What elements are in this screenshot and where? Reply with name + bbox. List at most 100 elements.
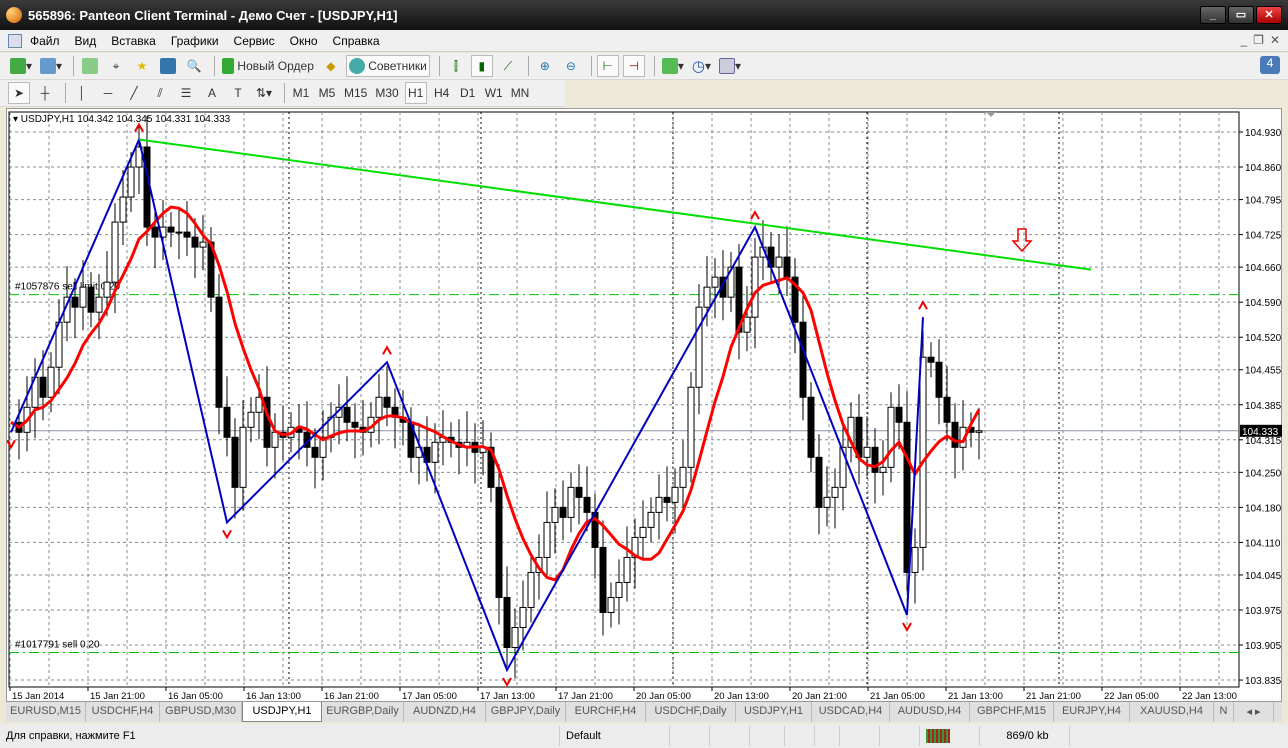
chart-tab[interactable]: USDCHF,H4 xyxy=(86,702,160,722)
candle-bull xyxy=(79,286,87,308)
market-watch-icon xyxy=(82,58,99,74)
tf-h1[interactable]: H1 xyxy=(404,82,427,104)
profiles-button[interactable]: ▾ xyxy=(38,55,64,77)
menu-window[interactable]: Окно xyxy=(290,34,318,48)
line-chart-button[interactable]: ⟋ xyxy=(497,55,519,77)
tf-w1[interactable]: W1 xyxy=(483,82,505,104)
chart-tab[interactable]: USDCHF,Daily xyxy=(646,702,736,722)
menu-insert[interactable]: Вставка xyxy=(111,34,156,48)
candle-chart-button[interactable]: ▮ xyxy=(470,55,493,77)
close-button[interactable]: ✕ xyxy=(1256,6,1282,24)
chart-tab[interactable]: GBPCHF,M15 xyxy=(970,702,1054,722)
candle-bull xyxy=(743,316,751,333)
arrows-button[interactable]: ⇅▾ xyxy=(253,82,275,104)
tf-h4[interactable]: H4 xyxy=(431,82,453,104)
tester-button[interactable]: 🔍 xyxy=(183,55,205,77)
mdi-close-button[interactable]: ✕ xyxy=(1270,33,1280,47)
indicators-button[interactable]: ▾ xyxy=(660,55,686,77)
candle-bear xyxy=(87,286,95,313)
zoom-in-icon: ⊕ xyxy=(539,59,550,73)
notifications-badge[interactable]: 4 xyxy=(1260,56,1280,74)
navigator-button[interactable]: ★ xyxy=(131,55,153,77)
autoscroll-button[interactable]: ⊢ xyxy=(596,55,619,77)
menu-help[interactable]: Справка xyxy=(333,34,380,48)
vertical-line-button[interactable]: │ xyxy=(71,82,93,104)
text-label-icon: T xyxy=(234,86,242,100)
price-chart[interactable]: 104.930 104.860 104.795 104.725 104.660 104.5… xyxy=(6,109,1283,703)
new-order-button[interactable]: Новый Ордер xyxy=(220,55,316,77)
mdi-minimize-button[interactable]: _ xyxy=(1240,33,1247,47)
chart-shift-button[interactable]: ⊣ xyxy=(622,55,645,77)
candle-bear xyxy=(39,376,47,398)
text-label-button[interactable]: T xyxy=(227,82,249,104)
chart-tab[interactable]: EURGBP,Daily xyxy=(322,702,404,722)
periods-button[interactable]: ◷ ▾ xyxy=(690,55,713,77)
x-tick-label: 17 Jan 21:00 xyxy=(558,691,613,702)
x-tick-label: 20 Jan 13:00 xyxy=(714,691,769,702)
tf-m1[interactable]: M1 xyxy=(290,82,312,104)
menu-file[interactable]: Файл xyxy=(30,34,60,48)
zoom-in-button[interactable]: ⊕ xyxy=(534,55,556,77)
tf-m15[interactable]: M15 xyxy=(342,82,369,104)
chart-tab[interactable]: EURUSD,M15 xyxy=(6,702,86,722)
text-button[interactable]: A xyxy=(201,82,223,104)
y-tick-label: 104.455 xyxy=(1245,366,1282,377)
tf-m5[interactable]: M5 xyxy=(316,82,338,104)
chart-tab[interactable]: EURJPY,H4 xyxy=(1054,702,1130,722)
cursor-button[interactable]: ➤ xyxy=(8,82,30,104)
trendline-button[interactable]: ╱ xyxy=(123,82,145,104)
chart-tab[interactable]: GBPJPY,Daily xyxy=(486,702,566,722)
mdi-restore-button[interactable]: ❐ xyxy=(1253,33,1264,47)
crosshair-tool-button[interactable]: ┼ xyxy=(34,82,56,104)
candle-bull xyxy=(375,396,383,418)
chart-tab[interactable]: GBPUSD,M30 xyxy=(160,702,242,722)
menu-charts[interactable]: Графики xyxy=(171,34,219,48)
tf-m30[interactable]: M30 xyxy=(373,82,400,104)
advisor-icon xyxy=(348,58,365,74)
candle-bear xyxy=(151,226,159,238)
horizontal-line-button[interactable]: ─ xyxy=(97,82,119,104)
indicators-icon xyxy=(661,58,678,74)
crosshair-button[interactable]: ⌖ xyxy=(105,55,127,77)
bar-chart-button[interactable]: ⫿ xyxy=(445,55,467,77)
x-tick-label: 17 Jan 05:00 xyxy=(402,691,457,702)
tab-scroll-arrows[interactable]: ◂ ▸ xyxy=(1234,702,1274,722)
menu-tools[interactable]: Сервис xyxy=(234,34,275,48)
terminal-button[interactable] xyxy=(157,55,179,77)
chart-tab[interactable]: AUDNZD,H4 xyxy=(404,702,486,722)
menu-view[interactable]: Вид xyxy=(75,34,97,48)
terminal-icon xyxy=(160,58,177,74)
chart-tab[interactable]: AUDUSD,H4 xyxy=(890,702,970,722)
market-watch-button[interactable] xyxy=(79,55,101,77)
chart-tab[interactable]: N xyxy=(1214,702,1234,722)
chart-tab[interactable]: USDJPY,H1 xyxy=(242,702,322,722)
templates-button[interactable]: ▾ xyxy=(717,55,743,77)
tf-d1[interactable]: D1 xyxy=(457,82,479,104)
candle-bull xyxy=(671,486,679,503)
chart-tab[interactable]: EURCHF,H4 xyxy=(566,702,646,722)
zoom-out-button[interactable]: ⊖ xyxy=(560,55,582,77)
expert-advisors-button[interactable]: Советники xyxy=(345,55,430,77)
y-tick-label: 103.975 xyxy=(1245,606,1282,617)
new-chart-button[interactable]: ▾ xyxy=(8,55,34,77)
candle-bull xyxy=(175,231,183,234)
x-tick-label: 21 Jan 05:00 xyxy=(870,691,925,702)
new-order-label: Новый Ордер xyxy=(237,59,314,73)
maximize-button[interactable]: ▭ xyxy=(1228,6,1254,24)
channel-button[interactable]: ⫽ xyxy=(149,82,171,104)
tf-mn[interactable]: MN xyxy=(509,82,532,104)
candle-bear xyxy=(799,321,807,398)
fibonacci-button[interactable]: ☰ xyxy=(175,82,197,104)
text-icon: A xyxy=(207,86,216,100)
chart-window[interactable]: 104.930 104.860 104.795 104.725 104.660 104.5… xyxy=(6,108,1282,702)
warning-button[interactable]: ◆ xyxy=(320,55,342,77)
chart-tab[interactable]: XAUUSD,H4 xyxy=(1130,702,1214,722)
candle-bear xyxy=(183,231,191,238)
document-icon[interactable] xyxy=(8,33,22,48)
chart-tab[interactable]: USDCAD,H4 xyxy=(812,702,890,722)
chart-tab[interactable]: USDJPY,H1 xyxy=(736,702,812,722)
candle-bull xyxy=(623,556,631,583)
candle-bear xyxy=(343,406,351,423)
status-bar: Для справки, нажмите F1 Default 869/0 kb xyxy=(0,724,1288,748)
minimize-button[interactable]: _ xyxy=(1200,6,1226,24)
